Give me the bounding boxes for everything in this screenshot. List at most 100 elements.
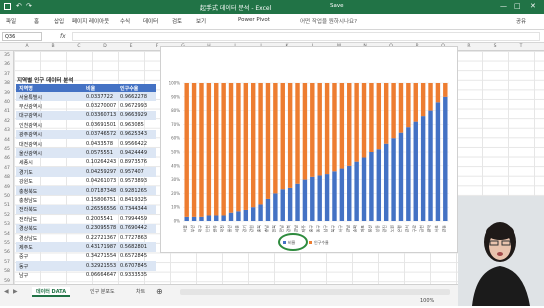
bar-segment-series-0[interactable] <box>236 211 241 221</box>
bar-segment-series-1[interactable] <box>236 83 241 212</box>
column-header-R[interactable]: R <box>456 44 482 49</box>
bar-segment-series-0[interactable] <box>369 152 374 221</box>
bar-segment-series-0[interactable] <box>310 176 315 221</box>
bar-segment-series-1[interactable] <box>398 83 404 133</box>
tab-file[interactable]: 파일 <box>6 17 16 25</box>
bar-segment-series-1[interactable] <box>273 83 278 194</box>
tab-power-pivot[interactable]: Power Pivot <box>238 17 270 23</box>
undo-icon[interactable]: ↶ <box>16 2 22 10</box>
bar-segment-series-1[interactable] <box>376 83 382 150</box>
sheet-tab-distribution[interactable]: 인구 분포도 <box>86 287 119 297</box>
horizontal-scrollbar[interactable] <box>180 289 450 295</box>
bar-segment-series-0[interactable] <box>391 138 396 221</box>
cell-population[interactable]: 0.8973576 <box>120 159 147 165</box>
row-header-39[interactable]: 39 <box>0 91 14 96</box>
bar-segment-series-1[interactable] <box>391 83 396 139</box>
table-row[interactable]: 남구 0.06664647 0.9333535 <box>16 271 156 280</box>
cell-population[interactable]: 0.957407 <box>120 169 144 175</box>
bar-segment-series-0[interactable] <box>258 204 263 221</box>
bar-segment-series-0[interactable] <box>376 149 382 221</box>
bar-segment-series-1[interactable] <box>420 83 426 117</box>
row-header-55[interactable]: 55 <box>0 241 14 246</box>
row-header-36[interactable]: 36 <box>0 62 14 67</box>
column-header-S[interactable]: S <box>482 44 508 49</box>
cell-region[interactable]: 강원도 <box>19 178 33 185</box>
bar-segment-series-0[interactable] <box>191 216 197 221</box>
cell-region[interactable]: 대전광역시 <box>19 141 42 148</box>
bar-segment-series-0[interactable] <box>199 216 204 221</box>
bar-segment-series-1[interactable] <box>280 83 285 190</box>
bar-segment-series-0[interactable] <box>398 132 404 221</box>
cell-ratio[interactable]: 0.23095578 <box>86 225 116 231</box>
cell-ratio[interactable]: 0.22721367 <box>86 235 116 241</box>
cell-ratio[interactable]: 0.07187348 <box>86 188 116 194</box>
fx-icon[interactable]: fx <box>60 33 66 40</box>
bar-segment-series-0[interactable] <box>332 171 337 221</box>
table-row[interactable]: 충청남도 0.15806751 0.8419325 <box>16 195 156 204</box>
name-box[interactable]: Q36 <box>2 32 42 41</box>
table-row[interactable]: 대전광역시 0.0433578 0.9566422 <box>16 139 156 148</box>
bar-segment-series-0[interactable] <box>184 216 189 221</box>
cell-region[interactable]: 동구 <box>19 263 28 270</box>
column-header-T[interactable]: T <box>508 44 534 49</box>
cell-ratio[interactable]: 0.04259297 <box>86 169 116 175</box>
bar-segment-series-0[interactable] <box>420 116 426 221</box>
column-header-C[interactable]: C <box>66 44 92 49</box>
bar-segment-series-1[interactable] <box>302 83 308 180</box>
table-row[interactable]: 울산광역시 0.0575551 0.9424449 <box>16 148 156 158</box>
bar-segment-series-0[interactable] <box>302 179 308 221</box>
column-header-B[interactable]: B <box>40 44 66 49</box>
row-header-52[interactable]: 52 <box>0 213 14 218</box>
cell-region[interactable]: 중구 <box>19 253 28 260</box>
cell-population[interactable]: 0.9573893 <box>120 178 147 184</box>
bar-segment-series-0[interactable] <box>265 198 271 221</box>
table-row[interactable]: 인천광역시 0.03691501 0.963085 <box>16 120 156 129</box>
cell-ratio[interactable]: 0.32921553 <box>86 263 116 269</box>
bar-segment-series-1[interactable] <box>250 83 256 208</box>
table-row[interactable]: 경상남도 0.22721367 0.7727863 <box>16 233 156 242</box>
tab-review[interactable]: 검토 <box>172 17 182 25</box>
next-sheet-icon[interactable]: ▶ <box>13 288 18 295</box>
row-header-50[interactable]: 50 <box>0 194 14 199</box>
row-header-35[interactable]: 35 <box>0 53 14 58</box>
cell-ratio[interactable]: 0.06664647 <box>86 272 116 278</box>
tell-me-search[interactable]: 어떤 작업을 원하시나요? <box>300 17 357 25</box>
row-header-54[interactable]: 54 <box>0 232 14 237</box>
cell-population[interactable]: 0.7690442 <box>120 225 147 231</box>
cell-region[interactable]: 전라남도 <box>19 216 37 223</box>
row-header-59[interactable]: 59 <box>0 279 14 284</box>
row-header-48[interactable]: 48 <box>0 175 14 180</box>
bar-segment-series-0[interactable] <box>413 121 418 221</box>
minimize-icon[interactable]: — <box>500 2 507 10</box>
bar-segment-series-0[interactable] <box>287 187 293 221</box>
row-header-57[interactable]: 57 <box>0 260 14 265</box>
share-button[interactable]: 공유 <box>516 17 526 25</box>
row-header-40[interactable]: 40 <box>0 100 14 105</box>
bar-segment-series-0[interactable] <box>347 165 352 221</box>
cell-population[interactable]: 0.6707845 <box>120 263 147 269</box>
table-row[interactable]: 세종시 0.10264243 0.8973576 <box>16 158 156 167</box>
cell-population[interactable]: 0.9333535 <box>120 272 147 278</box>
sheet-tab-chart[interactable]: 차트 <box>132 287 149 297</box>
bar-segment-series-1[interactable] <box>324 83 330 175</box>
cell-population[interactable]: 0.9566422 <box>120 141 147 147</box>
cell-ratio[interactable]: 0.0337722 <box>86 94 113 100</box>
table-row[interactable]: 부산광역시 0.03270007 0.9672993 <box>16 101 156 110</box>
cell-population[interactable]: 0.9672993 <box>120 103 147 109</box>
bar-segment-series-1[interactable] <box>369 83 374 152</box>
legend-label[interactable]: 인구수율 <box>314 239 329 245</box>
row-header-42[interactable]: 42 <box>0 119 14 124</box>
bar-segment-series-1[interactable] <box>383 83 389 144</box>
bar-segment-series-0[interactable] <box>250 207 256 221</box>
bar-segment-series-0[interactable] <box>361 157 367 221</box>
column-header-A[interactable]: A <box>14 44 40 49</box>
table-row[interactable]: 서울특별시 0.0337722 0.9662278 <box>16 92 156 102</box>
row-header-51[interactable]: 51 <box>0 203 14 208</box>
bar-segment-series-0[interactable] <box>214 215 219 221</box>
bar-segment-series-1[interactable] <box>317 83 322 176</box>
cell-region[interactable]: 울산광역시 <box>19 150 42 157</box>
tab-view[interactable]: 보기 <box>196 17 206 25</box>
save-icon[interactable] <box>4 3 11 10</box>
cell-region[interactable]: 충청북도 <box>19 188 37 195</box>
row-header-41[interactable]: 41 <box>0 109 14 114</box>
